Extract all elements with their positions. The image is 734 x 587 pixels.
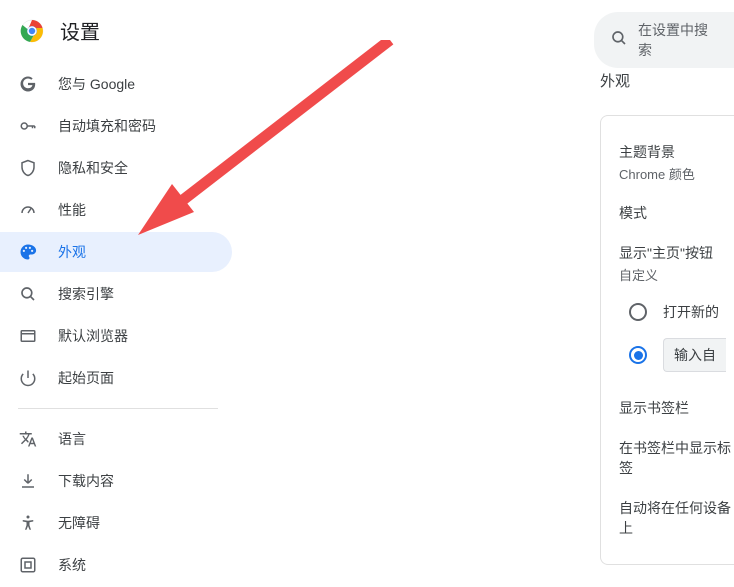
radio-label: 打开新的	[663, 302, 719, 322]
sidebar-item-you-and-google[interactable]: 您与 Google	[0, 64, 232, 104]
system-icon	[18, 555, 38, 575]
sidebar-item-languages[interactable]: 语言	[0, 419, 232, 459]
sidebar-item-label: 性能	[58, 200, 86, 220]
home-button-row[interactable]: 显示"主页"按钮 自定义	[619, 233, 734, 294]
key-icon	[18, 116, 38, 136]
page-title: 设置	[60, 16, 100, 45]
translate-icon	[18, 429, 38, 449]
home-button-sub: 自定义	[619, 265, 734, 284]
settings-card: 主题背景 Chrome 颜色 模式 显示"主页"按钮 自定义 打开新的 输入自 …	[600, 115, 734, 565]
sidebar-item-label: 语言	[58, 429, 86, 449]
sidebar-item-label: 外观	[58, 242, 86, 262]
mode-label: 模式	[619, 203, 734, 223]
sidebar-item-privacy[interactable]: 隐私和安全	[0, 148, 232, 188]
mode-row[interactable]: 模式	[619, 193, 734, 233]
bookmarks-bar-row[interactable]: 显示书签栏	[619, 388, 734, 428]
sidebar-item-label: 您与 Google	[58, 74, 135, 94]
search-icon	[610, 29, 628, 52]
sidebar-item-label: 默认浏览器	[58, 326, 128, 346]
google-g-icon	[18, 74, 38, 94]
accessibility-icon	[18, 513, 38, 533]
theme-row[interactable]: 主题背景 Chrome 颜色	[619, 132, 734, 193]
theme-value: Chrome 颜色	[619, 164, 734, 183]
custom-url-input[interactable]: 输入自	[663, 338, 726, 372]
sidebar-item-system[interactable]: 系统	[0, 545, 232, 585]
tab-labels-row[interactable]: 在书签栏中显示标签	[619, 428, 734, 488]
radio-newtab[interactable]: 打开新的	[629, 294, 734, 330]
browser-icon	[18, 326, 38, 346]
radio-custom-url[interactable]: 输入自	[629, 330, 734, 380]
auto-device-row[interactable]: 自动将在任何设备上	[619, 488, 734, 548]
sidebar-item-appearance[interactable]: 外观	[0, 232, 232, 272]
search-icon	[18, 284, 38, 304]
sidebar-item-search-engine[interactable]: 搜索引擎	[0, 274, 232, 314]
sidebar-item-label: 下载内容	[58, 471, 114, 491]
palette-icon	[18, 242, 38, 262]
content-panel: 外观 主题背景 Chrome 颜色 模式 显示"主页"按钮 自定义 打开新的 输…	[600, 70, 734, 565]
sidebar-item-performance[interactable]: 性能	[0, 190, 232, 230]
sidebar-item-label: 系统	[58, 555, 86, 575]
sidebar-item-autofill[interactable]: 自动填充和密码	[0, 106, 232, 146]
sidebar-item-label: 起始页面	[58, 368, 114, 388]
sidebar-item-label: 无障碍	[58, 513, 100, 533]
sidebar: 您与 Google 自动填充和密码 隐私和安全 性能 外观 搜索引擎 默认浏览器…	[0, 62, 240, 587]
shield-icon	[18, 158, 38, 178]
sidebar-item-on-startup[interactable]: 起始页面	[0, 358, 232, 398]
sidebar-item-default-browser[interactable]: 默认浏览器	[0, 316, 232, 356]
auto-device-label: 自动将在任何设备上	[619, 498, 734, 538]
search-placeholder: 在设置中搜索	[638, 20, 714, 60]
home-button-label: 显示"主页"按钮	[619, 243, 734, 263]
sidebar-item-label: 搜索引擎	[58, 284, 114, 304]
search-input[interactable]: 在设置中搜索	[594, 12, 734, 68]
sidebar-item-label: 隐私和安全	[58, 158, 128, 178]
theme-label: 主题背景	[619, 142, 734, 162]
divider	[18, 408, 218, 409]
speedometer-icon	[18, 200, 38, 220]
download-icon	[18, 471, 38, 491]
sidebar-item-downloads[interactable]: 下载内容	[0, 461, 232, 501]
radio-icon	[629, 303, 647, 321]
radio-icon	[629, 346, 647, 364]
tab-labels-label: 在书签栏中显示标签	[619, 438, 734, 478]
bookmarks-bar-label: 显示书签栏	[619, 398, 734, 418]
sidebar-item-accessibility[interactable]: 无障碍	[0, 503, 232, 543]
sidebar-item-label: 自动填充和密码	[58, 116, 156, 136]
chrome-logo-icon	[20, 19, 44, 43]
power-icon	[18, 368, 38, 388]
section-title: 外观	[600, 70, 734, 91]
